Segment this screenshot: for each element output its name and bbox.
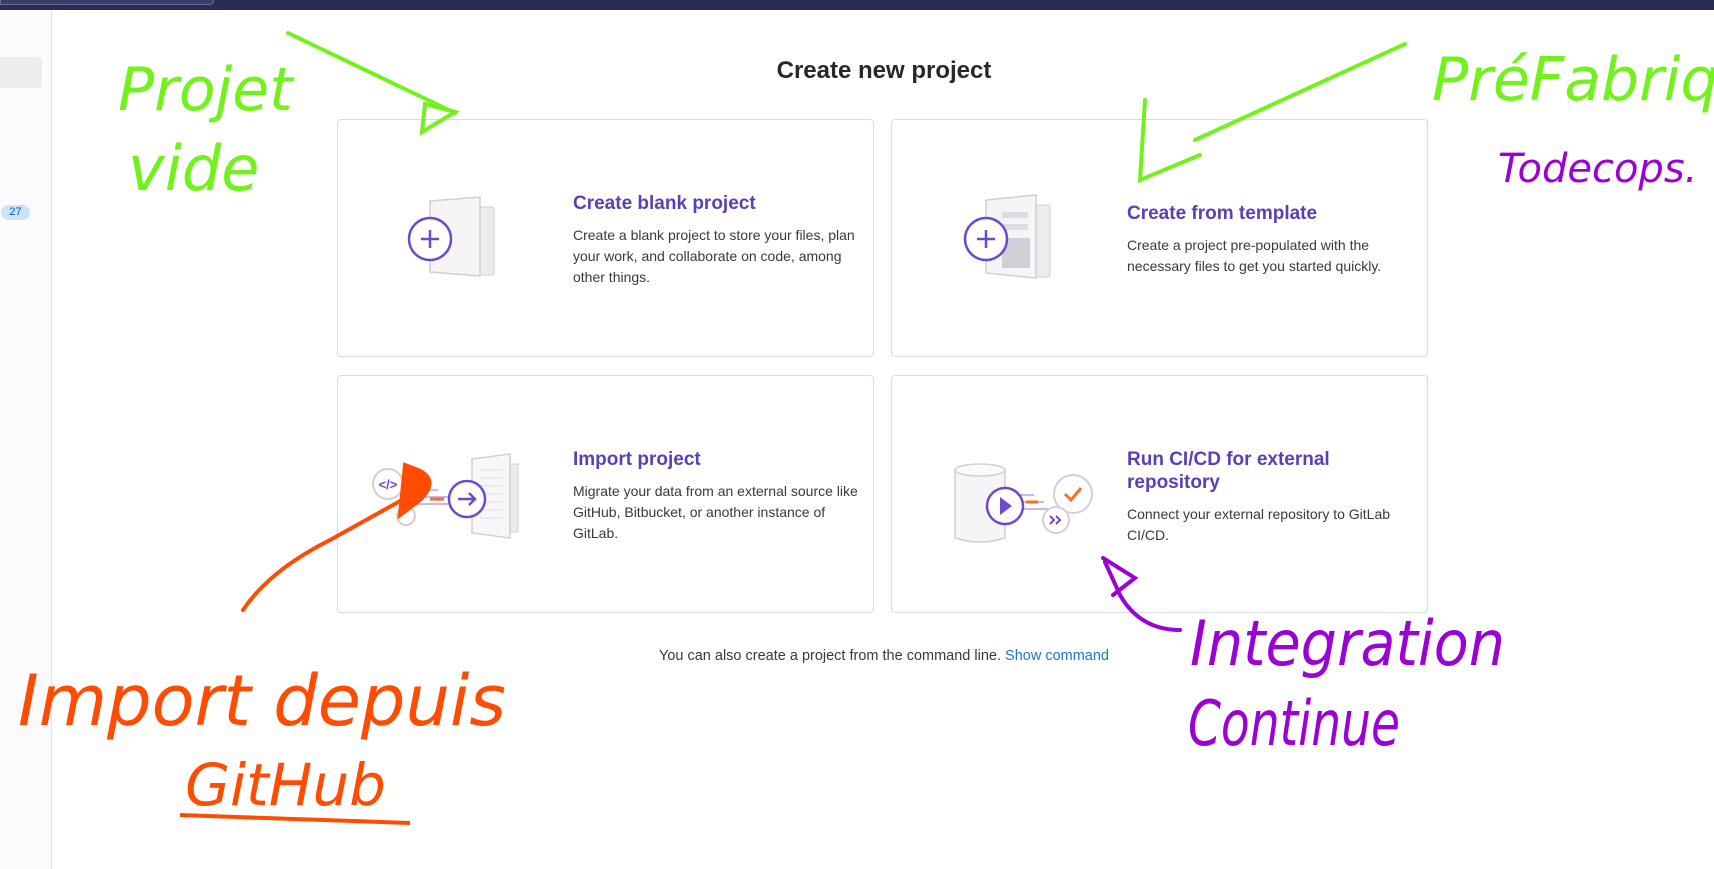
browser-tab[interactable] [0,0,214,5]
cicd-project-icon [954,463,1093,543]
show-command-link[interactable]: Show command [1005,648,1109,664]
page-title: Create new project [776,57,992,84]
run-cicd-card[interactable]: Run CI/CD for external repository Connec… [891,375,1428,613]
annotation-purple-line2: Continue [1188,687,1400,760]
top-navbar [0,0,1714,10]
annotation-green-line2: vide [128,132,259,205]
annotation-orange-line1: Import depuis [18,660,506,742]
svg-text:</>: </> [379,477,398,492]
left-sidebar: 27 [0,10,52,869]
card-description: Create a project pre-populated with the … [1127,237,1382,274]
create-from-template-card[interactable]: Create from template Create a project pr… [891,119,1428,357]
card-description: Migrate your data from an external sourc… [573,483,858,541]
card-title[interactable]: Create from template [1127,202,1412,225]
footer-text: You can also create a project from the c… [658,648,1001,664]
sidebar-count-badge: 27 [1,205,30,220]
blank-project-icon [407,196,495,277]
annotation-orange-line2: GitHub [185,751,386,819]
template-project-icon [963,194,1051,279]
annotation-orange-underline [179,813,411,825]
import-project-icon: </> [372,453,519,539]
annotation-purple-top: Todecops. [1498,146,1697,192]
import-project-card[interactable]: </> Import project Migrate your data fro… [337,375,874,613]
create-blank-project-card[interactable]: Create blank project Create a blank proj… [337,119,874,357]
card-title[interactable]: Create blank project [573,192,858,215]
card-title[interactable]: Import project [573,448,858,471]
annotation-purple-line1: Integration [1190,607,1505,680]
command-line-hint: You can also create a project from the c… [0,648,1714,664]
card-description: Connect your external repository to GitL… [1127,506,1391,543]
card-description: Create a blank project to store your fil… [573,227,855,285]
card-title[interactable]: Run CI/CD for external repository [1127,448,1412,494]
